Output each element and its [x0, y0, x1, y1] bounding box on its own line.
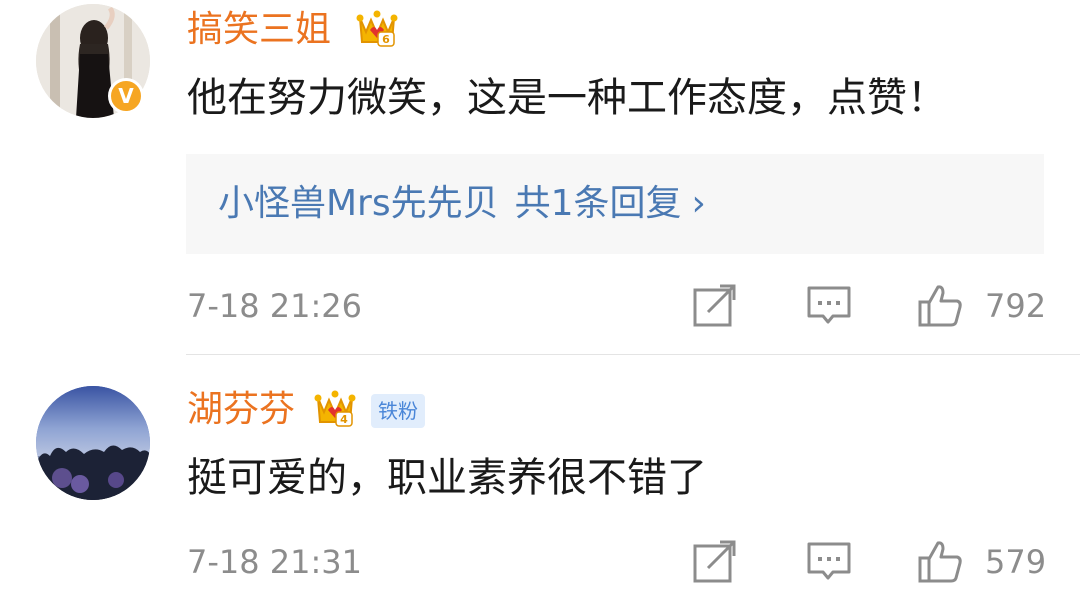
comment-item: V 搞笑三姐 6 他在努力微笑，这是一种工作态度，点赞！ 小怪兽Mrs先先贝 共1…	[0, 0, 1080, 356]
comment-icon[interactable]	[806, 282, 852, 328]
comment-text: 他在努力微笑，这是一种工作态度，点赞！	[187, 75, 947, 121]
avatar[interactable]	[36, 386, 150, 500]
share-icon[interactable]	[692, 282, 738, 328]
comment-text: 挺可爱的，职业素养很不错了	[187, 455, 707, 501]
crown-icon: 6	[356, 10, 398, 47]
reply-user-link[interactable]: 小怪兽Mrs先先贝	[218, 183, 499, 224]
crown-level: 6	[382, 33, 390, 46]
crown-icon: 4	[314, 390, 356, 427]
timestamp: 7-18 21:26	[187, 287, 363, 325]
chevron-right-icon: ›	[691, 183, 706, 224]
username[interactable]: 搞笑三姐	[187, 8, 331, 52]
divider	[186, 354, 1080, 355]
like-count: 792	[985, 287, 1047, 325]
timestamp: 7-18 21:31	[187, 543, 363, 581]
share-icon[interactable]	[692, 538, 738, 584]
thumbs-up-icon[interactable]	[917, 282, 963, 328]
fan-tag-badge: 铁粉	[371, 394, 425, 428]
comment-icon[interactable]	[806, 538, 852, 584]
verified-badge-icon: V	[108, 78, 144, 114]
reply-count-link[interactable]: 共1条回复	[515, 183, 682, 224]
crown-level: 4	[340, 413, 348, 426]
thumbs-up-icon[interactable]	[917, 538, 963, 584]
username[interactable]: 湖芬芬	[187, 388, 295, 432]
comment-item: 湖芬芬 4 铁粉 挺可爱的，职业素养很不错了 7-18 21:31 579	[0, 356, 1080, 601]
reply-preview[interactable]: 小怪兽Mrs先先贝 共1条回复 ›	[186, 154, 1044, 254]
like-count: 579	[985, 543, 1047, 581]
